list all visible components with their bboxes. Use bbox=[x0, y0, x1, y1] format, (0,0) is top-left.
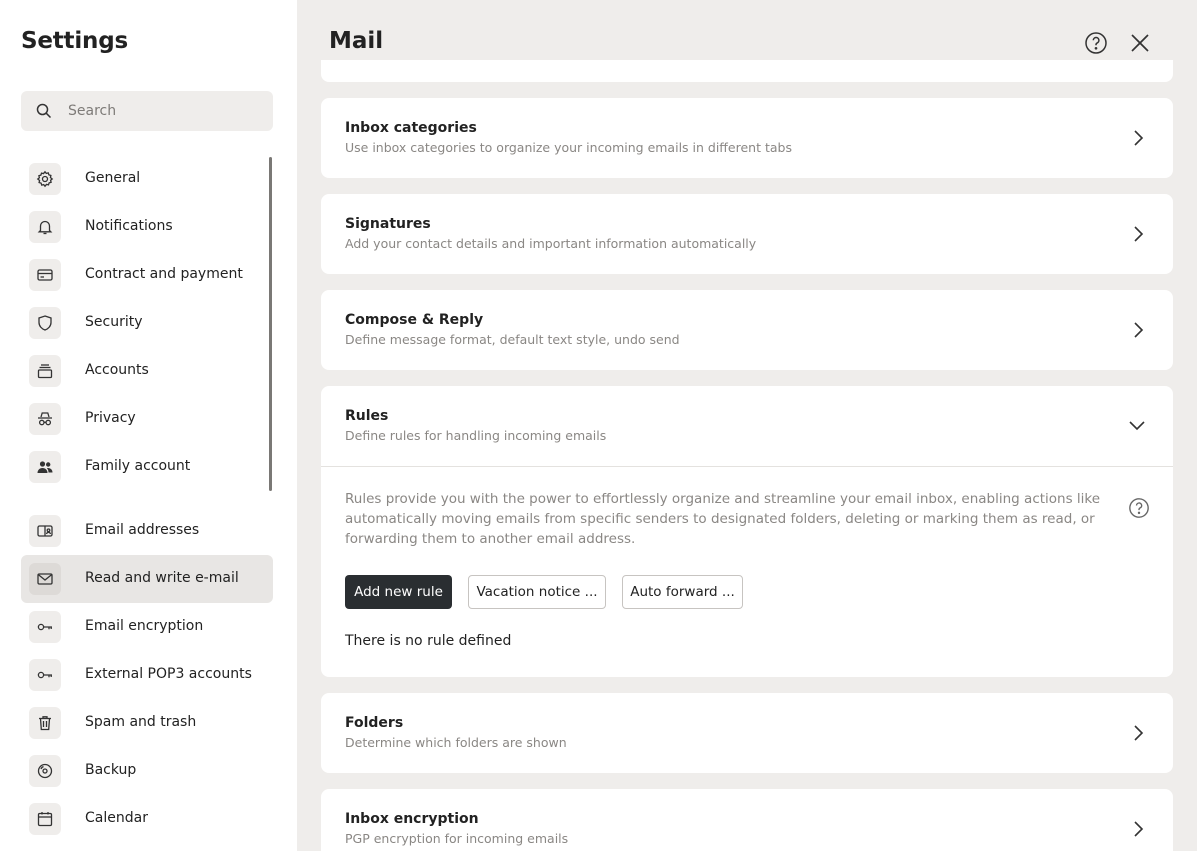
empty-rules-message: There is no rule defined bbox=[345, 633, 512, 649]
card-title: Folders bbox=[345, 715, 404, 731]
incognito-icon bbox=[38, 412, 52, 426]
chevron-right-icon bbox=[1134, 725, 1144, 741]
chevron-down-icon[interactable] bbox=[1127, 417, 1147, 435]
rules-explanation: Rules provide you with the power to effo… bbox=[345, 491, 1101, 547]
search-icon bbox=[36, 103, 52, 119]
envelope-icon bbox=[37, 573, 53, 585]
sidebar-title: Settings bbox=[21, 28, 128, 54]
page-title: Mail bbox=[329, 28, 384, 54]
key-icon bbox=[37, 671, 52, 679]
bell-icon bbox=[37, 220, 53, 235]
help-icon[interactable] bbox=[1084, 31, 1108, 55]
sidebar-item-external-pop3[interactable]: External POP3 accounts bbox=[21, 651, 273, 699]
card-title: Inbox categories bbox=[345, 120, 477, 136]
compose-reply-card[interactable]: Compose & Reply Define message format, d… bbox=[321, 290, 1173, 370]
card-title: Compose & Reply bbox=[345, 312, 484, 328]
sidebar-item-label: Spam and trash bbox=[85, 714, 197, 730]
previous-card-edge bbox=[321, 60, 1173, 82]
sidebar-item-label: General bbox=[85, 170, 141, 186]
card-title[interactable]: Rules bbox=[345, 408, 388, 424]
chevron-right-icon bbox=[1134, 130, 1144, 146]
key-icon bbox=[37, 623, 52, 631]
sidebar-item-accounts[interactable]: Accounts bbox=[21, 347, 273, 395]
sidebar-item-privacy[interactable]: Privacy bbox=[21, 395, 273, 443]
card-description: Define message format, default text styl… bbox=[345, 332, 680, 347]
sidebar-item-backup[interactable]: Backup bbox=[21, 747, 273, 795]
sidebar-item-label: Calendar bbox=[85, 810, 148, 826]
close-icon[interactable] bbox=[1129, 32, 1151, 54]
id-card-icon bbox=[37, 525, 53, 537]
disc-icon bbox=[37, 763, 53, 779]
chevron-right-icon bbox=[1134, 322, 1144, 338]
sidebar-item-notifications[interactable]: Notifications bbox=[21, 203, 273, 251]
sidebar-item-label: Notifications bbox=[85, 218, 173, 234]
sidebar-item-label: Security bbox=[85, 314, 143, 330]
sidebar-item-label: Privacy bbox=[85, 410, 136, 426]
card-description: Add your contact details and important i… bbox=[345, 236, 757, 251]
card-description: Determine which folders are shown bbox=[345, 735, 567, 750]
people-icon bbox=[37, 461, 53, 473]
sidebar-item-read-write-email[interactable]: Read and write e-mail bbox=[21, 555, 273, 603]
divider bbox=[321, 466, 1173, 467]
sidebar-item-label: Email encryption bbox=[85, 618, 204, 634]
sidebar-item-family-account[interactable]: Family account bbox=[21, 443, 273, 491]
sidebar-item-label: Backup bbox=[85, 762, 137, 778]
trash-icon bbox=[39, 716, 51, 731]
help-icon[interactable] bbox=[1128, 497, 1150, 519]
card-title: Inbox encryption bbox=[345, 811, 479, 827]
sidebar-item-label: Read and write e-mail bbox=[85, 570, 239, 586]
inbox-categories-card[interactable]: Inbox categories Use inbox categories to… bbox=[321, 98, 1173, 178]
search-placeholder: Search bbox=[68, 103, 117, 119]
chevron-right-icon bbox=[1134, 226, 1144, 242]
rules-card: Rules Define rules for handling incoming… bbox=[321, 386, 1173, 677]
signatures-card[interactable]: Signatures Add your contact details and … bbox=[321, 194, 1173, 274]
add-new-rule-button[interactable]: Add new rule bbox=[345, 575, 452, 609]
sidebar-item-spam-trash[interactable]: Spam and trash bbox=[21, 699, 273, 747]
gear-icon bbox=[36, 170, 54, 188]
sidebar-item-label: Family account bbox=[85, 458, 191, 474]
auto-forward-button[interactable]: Auto forward ... bbox=[622, 575, 743, 609]
credit-card-icon bbox=[37, 269, 53, 281]
sidebar-item-security[interactable]: Security bbox=[21, 299, 273, 347]
card-description: Use inbox categories to organize your in… bbox=[345, 140, 792, 155]
vacation-notice-button[interactable]: Vacation notice ... bbox=[468, 575, 606, 609]
mail-settings-panel: Mail Inbox categories Use inbox categori… bbox=[297, 0, 1197, 851]
sidebar-item-label: Email addresses bbox=[85, 522, 200, 538]
sidebar-item-email-addresses[interactable]: Email addresses bbox=[21, 507, 273, 555]
sidebar-item-email-encryption[interactable]: Email encryption bbox=[21, 603, 273, 651]
sidebar-item-calendar[interactable]: Calendar bbox=[21, 795, 273, 843]
search-input[interactable]: Search bbox=[21, 91, 273, 131]
sidebar-item-general[interactable]: General bbox=[21, 155, 273, 203]
sidebar-item-label: External POP3 accounts bbox=[85, 666, 252, 682]
chevron-right-icon bbox=[1134, 821, 1144, 837]
inbox-encryption-card[interactable]: Inbox encryption PGP encryption for inco… bbox=[321, 789, 1173, 851]
stack-icon bbox=[37, 364, 53, 379]
card-description: PGP encryption for incoming emails bbox=[345, 831, 569, 846]
shield-icon bbox=[38, 315, 52, 331]
calendar-icon bbox=[37, 812, 53, 827]
card-title: Signatures bbox=[345, 216, 431, 232]
card-description: Define rules for handling incoming email… bbox=[345, 428, 607, 443]
sidebar-item-label: Accounts bbox=[85, 362, 149, 378]
sidebar-item-label: Contract and payment bbox=[85, 266, 243, 282]
settings-sidebar: Settings Search General Notifications Co… bbox=[0, 0, 297, 851]
sidebar-item-contract-payment[interactable]: Contract and payment bbox=[21, 251, 273, 299]
folders-card[interactable]: Folders Determine which folders are show… bbox=[321, 693, 1173, 773]
